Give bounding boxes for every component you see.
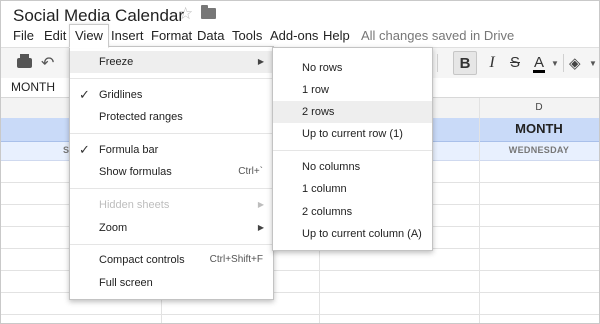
menu-item-label: Gridlines: [99, 89, 143, 101]
print-icon[interactable]: [17, 54, 32, 68]
submenu-item-label: 1 column: [302, 183, 347, 195]
folder-icon[interactable]: [201, 5, 216, 19]
toolbar-divider: [437, 54, 438, 72]
menu-item-label: Formula bar: [99, 144, 159, 156]
submenu-item-1-row[interactable]: 1 row: [273, 79, 432, 101]
menu-item-shortcut: Ctrl+`: [238, 166, 263, 177]
menu-data[interactable]: Data: [192, 26, 229, 45]
menu-item-freeze[interactable]: Freeze ▶: [70, 51, 273, 73]
menu-divider: [70, 188, 273, 189]
toolbar-divider: [563, 54, 564, 72]
menu-item-label: Hidden sheets: [99, 199, 170, 211]
grid-line: [479, 98, 480, 323]
menu-item-hidden-sheets: Hidden sheets ▶: [70, 194, 273, 216]
strikethrough-button[interactable]: S: [503, 51, 527, 75]
submenu-item-up-to-current-row[interactable]: Up to current row (1): [273, 123, 432, 145]
bold-button[interactable]: B: [453, 51, 477, 75]
submenu-item-label: 2 rows: [302, 106, 335, 118]
submenu-item-label: Up to current row (1): [302, 128, 403, 140]
menu-item-full-screen[interactable]: Full screen: [70, 272, 273, 294]
submenu-arrow-icon: ▶: [257, 223, 264, 232]
submenu-item-no-rows[interactable]: No rows: [273, 57, 432, 79]
menu-addons[interactable]: Add-ons: [265, 26, 323, 45]
text-color-swatch: [533, 70, 545, 73]
document-title[interactable]: Social Media Calendar: [13, 6, 184, 26]
strikethrough-icon: S: [509, 54, 520, 71]
save-status: All changes saved in Drive: [361, 28, 515, 43]
submenu-item-label: No rows: [302, 62, 343, 74]
menu-item-label: Compact controls: [99, 254, 185, 266]
menu-divider: [70, 244, 273, 245]
menu-divider: [273, 150, 432, 151]
fill-color-icon[interactable]: ◈: [569, 54, 581, 72]
star-icon[interactable]: ☆: [178, 4, 193, 24]
column-header-d[interactable]: D: [479, 102, 599, 113]
menu-item-label: Zoom: [99, 222, 128, 234]
submenu-arrow-icon: ▶: [257, 200, 264, 209]
menu-item-gridlines[interactable]: ✓ Gridlines: [70, 84, 273, 106]
month-cell[interactable]: MONTH: [479, 121, 599, 136]
grid-line: [1, 314, 599, 315]
menu-divider: [70, 133, 273, 134]
menu-insert[interactable]: Insert: [106, 26, 149, 45]
menu-file[interactable]: File: [8, 26, 39, 45]
undo-icon[interactable]: ↶: [41, 53, 54, 73]
menu-item-show-formulas[interactable]: Show formulas Ctrl+`: [70, 161, 273, 183]
menu-item-protected-ranges[interactable]: Protected ranges: [70, 106, 273, 128]
text-color-icon: A: [533, 54, 544, 71]
submenu-item-label: No columns: [302, 161, 361, 173]
menu-view[interactable]: View: [69, 24, 109, 48]
menu-item-label: Protected ranges: [99, 111, 183, 123]
submenu-item-label: Up to current column (A): [302, 228, 422, 240]
freeze-submenu: No rows 1 row 2 rows Up to current row (…: [272, 47, 433, 251]
submenu-item-label: 2 columns: [302, 206, 353, 218]
menu-edit[interactable]: Edit: [39, 26, 71, 45]
submenu-item-no-columns[interactable]: No columns: [273, 156, 432, 178]
formula-value[interactable]: MONTH: [11, 80, 55, 94]
menu-help[interactable]: Help: [318, 26, 355, 45]
view-menu-dropdown: Freeze ▶ ✓ Gridlines Protected ranges ✓ …: [69, 46, 274, 300]
app-window: Social Media Calendar ☆ File Edit View I…: [0, 0, 600, 324]
submenu-item-label: 1 row: [302, 84, 329, 96]
fill-color-dropdown-icon[interactable]: ▼: [589, 59, 597, 68]
italic-icon: I: [489, 54, 495, 71]
bold-icon: B: [459, 55, 471, 72]
submenu-item-up-to-current-column[interactable]: Up to current column (A): [273, 223, 432, 245]
menu-tools[interactable]: Tools: [227, 26, 267, 45]
checkmark-icon: ✓: [79, 142, 90, 157]
menu-item-label: Show formulas: [99, 166, 172, 178]
checkmark-icon: ✓: [79, 87, 90, 102]
text-color-dropdown-icon[interactable]: ▼: [551, 59, 559, 68]
submenu-item-2-rows[interactable]: 2 rows: [273, 101, 432, 123]
menu-item-label: Full screen: [99, 277, 153, 289]
submenu-arrow-icon: ▶: [257, 57, 264, 66]
submenu-item-1-column[interactable]: 1 column: [273, 178, 432, 200]
italic-button[interactable]: I: [480, 51, 504, 75]
submenu-item-2-columns[interactable]: 2 columns: [273, 201, 432, 223]
menu-divider: [70, 78, 273, 79]
menu-item-formula-bar[interactable]: ✓ Formula bar: [70, 139, 273, 161]
menu-item-shortcut: Ctrl+Shift+F: [209, 254, 263, 265]
day-cell-wednesday[interactable]: WEDNESDAY: [479, 145, 599, 155]
menu-bar: File Edit View Insert Format Data Tools …: [1, 24, 599, 48]
menu-item-zoom[interactable]: Zoom ▶: [70, 217, 273, 239]
menu-format[interactable]: Format: [146, 26, 197, 45]
menu-item-label: Freeze: [99, 56, 134, 68]
menu-item-compact-controls[interactable]: Compact controls Ctrl+Shift+F: [70, 249, 273, 271]
